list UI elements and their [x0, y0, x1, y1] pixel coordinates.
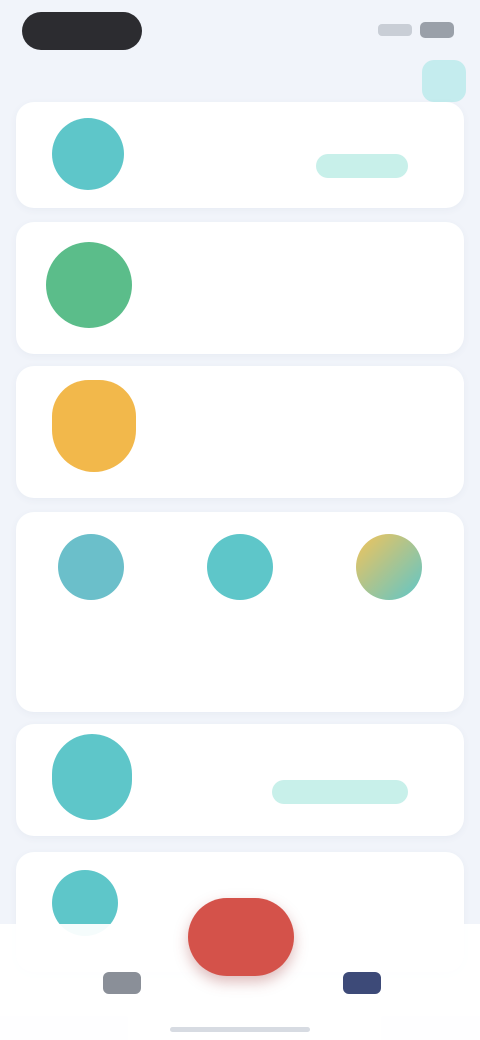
card-2[interactable]: [16, 222, 464, 354]
battery-icon: [420, 22, 454, 38]
header: [0, 60, 480, 108]
card-1-icon: [52, 118, 124, 190]
card-3-icon: [52, 380, 136, 472]
bottom-nav: [0, 880, 480, 1040]
card-1-tag: [316, 154, 408, 178]
card-4-icon: [52, 734, 132, 820]
primary-action-button[interactable]: [188, 898, 294, 976]
card-2-icon: [46, 242, 132, 328]
nav-right-icon: [343, 972, 381, 994]
card-4[interactable]: [16, 724, 464, 836]
nav-item-left[interactable]: [52, 972, 192, 1004]
grid-card: [16, 512, 464, 712]
signal-icon: [378, 24, 412, 36]
grid-item-2[interactable]: [165, 512, 314, 712]
grid-item-3[interactable]: [314, 512, 463, 712]
card-4-tag: [272, 780, 408, 804]
home-indicator: [170, 1027, 310, 1032]
nav-left-icon: [103, 972, 141, 994]
grid-item-1[interactable]: [16, 512, 165, 712]
card-3[interactable]: [16, 366, 464, 498]
status-bar: [0, 0, 480, 60]
grid-item-2-icon: [207, 534, 273, 600]
header-action-button[interactable]: [422, 60, 466, 102]
card-1[interactable]: [16, 102, 464, 208]
status-time: [22, 12, 142, 50]
status-icons: [378, 22, 454, 38]
app-screen: [0, 0, 480, 1040]
grid-item-3-icon: [356, 534, 422, 600]
nav-item-right[interactable]: [292, 972, 432, 1004]
grid-item-1-icon: [58, 534, 124, 600]
